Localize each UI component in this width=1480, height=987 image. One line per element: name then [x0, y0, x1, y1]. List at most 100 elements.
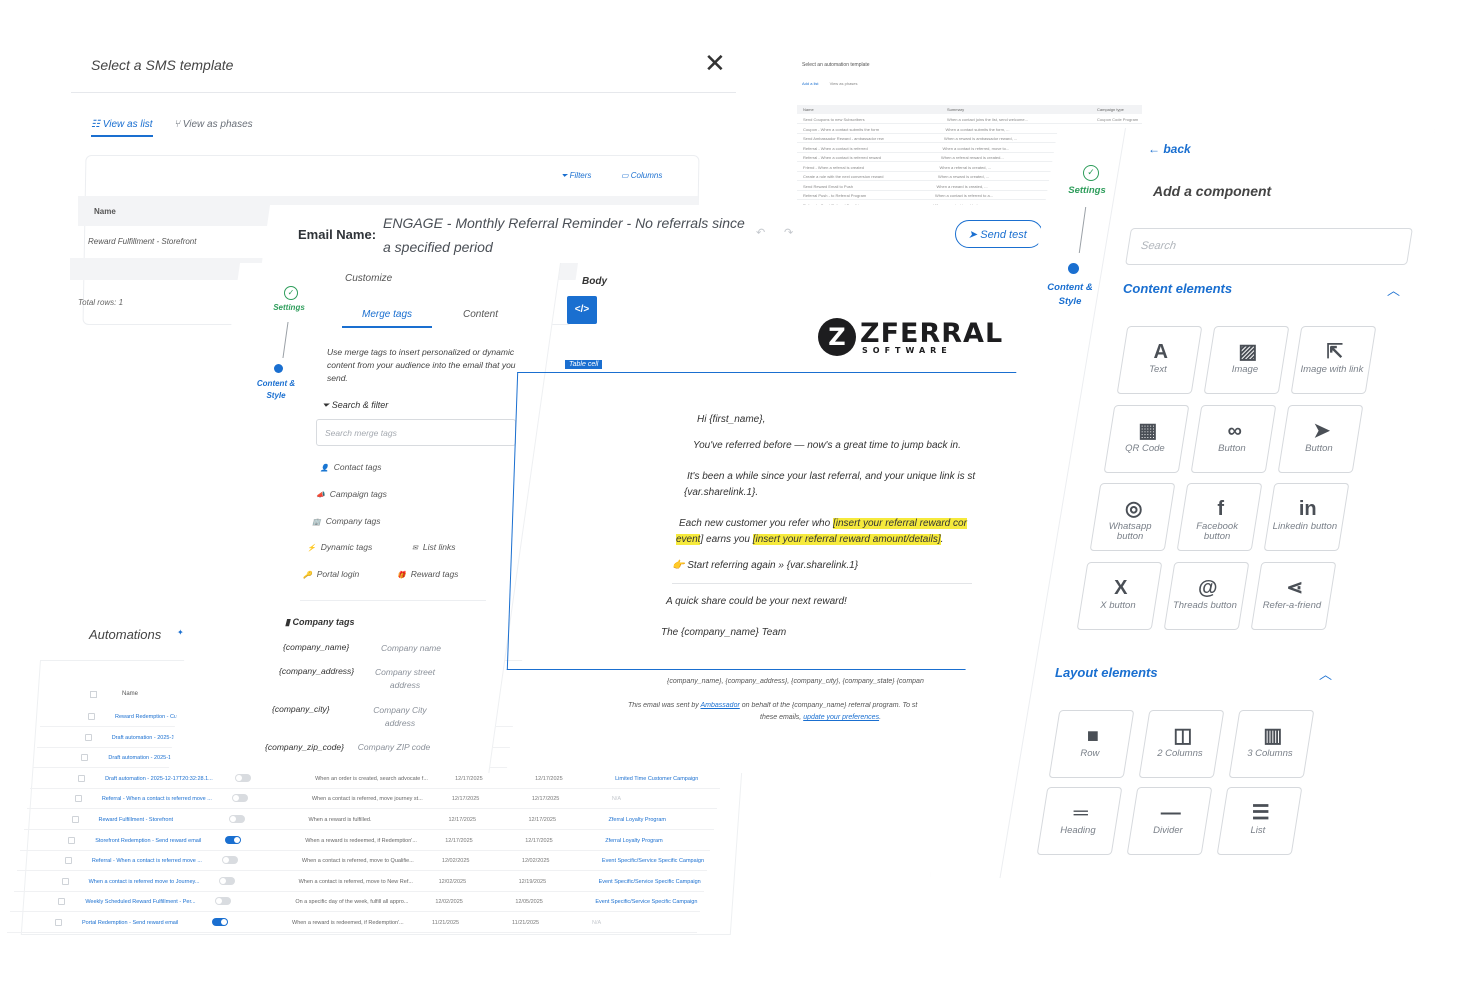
component-tile-row[interactable]: ■ Row	[1048, 710, 1135, 778]
merge-tag-code[interactable]: {company_name}	[283, 642, 349, 652]
component-search-input[interactable]: Search	[1125, 228, 1413, 265]
component-tile-whatsapp-button[interactable]: ◎ Whatsapp button	[1089, 483, 1176, 551]
component-tile-2-columns[interactable]: ◫ 2 Columns	[1138, 710, 1225, 778]
columns-button[interactable]: ▭ Columns	[621, 171, 662, 180]
table-row[interactable]: Referral - When a contact is referred mo…	[26, 789, 717, 810]
status-toggle[interactable]	[228, 815, 245, 823]
component-tile-image[interactable]: ▨ Image	[1203, 326, 1290, 394]
undo-icon[interactable]: ↶	[756, 226, 765, 239]
component-tile-linkedin-button[interactable]: in Linkedin button	[1263, 483, 1350, 551]
row-checkbox[interactable]	[68, 836, 76, 844]
status-toggle[interactable]	[215, 897, 232, 906]
campaign-link[interactable]: Zferral Loyalty Program	[609, 817, 666, 823]
merge-tag-group-portal-login[interactable]: 🔑 Portal login	[303, 569, 359, 579]
component-tile-x-button[interactable]: XX button	[1076, 561, 1162, 630]
component-tile-image-with-link[interactable]: ⇱ Image with link	[1290, 326, 1377, 394]
status-toggle[interactable]	[221, 856, 238, 865]
campaign-link[interactable]: Event Specific/Service Specific Campaign	[599, 879, 701, 885]
redo-icon[interactable]: ↷	[784, 226, 793, 239]
campaign-link[interactable]: N/A	[592, 920, 601, 926]
row-checkbox[interactable]	[88, 713, 95, 720]
component-tile-list[interactable]: ☰ List	[1216, 787, 1303, 855]
tab-content[interactable]: Content	[463, 309, 498, 320]
step-settings[interactable]: Settings	[266, 303, 312, 312]
component-tile-button[interactable]: ∞ Button	[1190, 404, 1276, 473]
tab-view-phases[interactable]: View as phases	[830, 81, 858, 86]
table-row[interactable]: Reward Fulfillment - Storefront When a re…	[23, 810, 714, 830]
merge-tag-group-list-links[interactable]: ✉ List links	[412, 542, 455, 552]
automation-name-link[interactable]: Reward Fulfillment - Storefront	[99, 817, 174, 823]
step-settings[interactable]: Settings	[1063, 185, 1111, 196]
row-checkbox[interactable]	[74, 795, 82, 803]
automation-name-link[interactable]: Storefront Redemption - Send reward emai…	[95, 838, 201, 844]
row-checkbox[interactable]	[55, 919, 62, 926]
campaign-link[interactable]: N/A	[612, 796, 621, 802]
back-button[interactable]: ← back	[1148, 142, 1191, 156]
merge-tag-code[interactable]: {company_address}	[279, 666, 354, 676]
row-checkbox[interactable]	[78, 774, 86, 782]
tab-add-list[interactable]: Add a list	[802, 81, 818, 86]
tab-view-as-list[interactable]: ☷ View as list	[91, 119, 153, 137]
campaign-link[interactable]: Zferral Loyalty Program	[605, 838, 662, 844]
tab-view-as-phases[interactable]: ⑂ View as phases	[174, 119, 253, 130]
campaign-link[interactable]: Event Specific/Service Specific Campaign	[595, 899, 697, 905]
automation-name-link[interactable]: Draft automation - 2025-1	[112, 735, 175, 741]
layout-elements-title[interactable]: Layout elements	[1055, 665, 1158, 680]
table-row[interactable]: Weekly Scheduled Reward Fulfillment - Pe…	[10, 892, 701, 913]
row-checkbox[interactable]	[58, 898, 66, 906]
automation-name-link[interactable]: Weekly Scheduled Reward Fulfillment - Pe…	[85, 899, 195, 905]
automation-name-link[interactable]: Portal Redemption - Send reward email	[82, 920, 178, 926]
component-tile-facebook-button[interactable]: f Facebook button	[1176, 483, 1263, 551]
automation-name-link[interactable]: Reward Redemption - Cust	[115, 714, 181, 720]
component-tile-qr-code[interactable]: ▦ QR Code	[1103, 404, 1189, 473]
status-toggle[interactable]	[218, 876, 235, 885]
table-row[interactable]: When a contact is referred move to Journ…	[13, 872, 704, 892]
row-checkbox[interactable]	[64, 857, 72, 865]
table-row[interactable]: Storefront Redemption - Send reward emai…	[20, 831, 711, 851]
chevron-up-icon[interactable]: ︿	[1387, 280, 1400, 299]
component-tile-heading[interactable]: ═ Heading	[1036, 787, 1123, 855]
email-name-input[interactable]: ENGAGE - Monthly Referral Reminder - No …	[383, 211, 755, 259]
close-icon[interactable]: ✕	[704, 50, 726, 76]
content-elements-title[interactable]: Content elements	[1123, 281, 1232, 296]
status-toggle[interactable]	[212, 918, 228, 926]
table-row[interactable]: Send Coupons to new Subscribers When a co…	[797, 115, 1142, 124]
campaign-link[interactable]: Limited Time Customer Campaign	[615, 776, 698, 782]
campaign-link[interactable]: Event Specific/Service Specific Campaign	[602, 858, 704, 864]
automation-name-link[interactable]: When a contact is referred move to Journ…	[89, 879, 200, 885]
step-content-style[interactable]: Content & Style	[1046, 281, 1094, 309]
automation-name-link[interactable]: Referral - When a contact is referred mo…	[92, 858, 202, 864]
merge-tag-group-contact-tags[interactable]: 👤 Contact tags	[320, 462, 381, 472]
component-tile-threads-button[interactable]: @ Threads button	[1163, 561, 1249, 630]
merge-tag-code[interactable]: {company_zip_code}	[265, 741, 353, 754]
table-row[interactable]: Portal Redemption - Send reward email Whe…	[7, 913, 697, 933]
chevron-up-icon[interactable]: ︿	[1319, 664, 1332, 683]
row-checkbox[interactable]	[71, 816, 79, 823]
filters-button[interactable]: ⏷ Filters	[561, 171, 591, 181]
merge-tag-group-reward-tags[interactable]: 🎁 Reward tags	[397, 569, 458, 579]
ambassador-link[interactable]: Ambassador	[701, 702, 740, 709]
merge-tag-group-company-tags[interactable]: 🏢 Company tags	[312, 516, 381, 526]
step-content-style[interactable]: Content & Style	[254, 378, 298, 402]
search-merge-tags-input[interactable]: Search merge tags	[316, 419, 516, 446]
automation-name-link[interactable]: Draft automation - 2025-1	[108, 755, 171, 761]
component-tile-refer-a-friend[interactable]: ⋖ Refer-a-friend	[1250, 561, 1336, 630]
merge-tag-group-campaign-tags[interactable]: 📣 Campaign tags	[316, 489, 387, 499]
merge-tag-code[interactable]: {company_city}	[272, 704, 330, 714]
component-tile-3-columns[interactable]: ▥ 3 Columns	[1228, 710, 1315, 778]
email-cta[interactable]: 👉 Start referring again » {var.sharelink…	[672, 558, 858, 574]
component-tile-button[interactable]: ➤ Button	[1277, 404, 1363, 473]
row-checkbox[interactable]	[84, 733, 92, 741]
table-row[interactable]: Referral - When a contact is referred mo…	[16, 851, 707, 872]
status-toggle[interactable]	[225, 835, 242, 844]
update-preferences-link[interactable]: update your preferences	[803, 714, 879, 721]
component-tile-text[interactable]: A Text	[1116, 326, 1203, 394]
row-checkbox[interactable]	[61, 877, 69, 885]
tab-merge-tags[interactable]: Merge tags	[342, 309, 433, 328]
merge-tag-group-dynamic-tags[interactable]: ⚡ Dynamic tags	[307, 542, 372, 552]
code-view-button[interactable]: </>	[567, 296, 597, 324]
automation-name-link[interactable]: Referral - When a contact is referred mo…	[102, 796, 212, 802]
component-tile-divider[interactable]: — Divider	[1126, 787, 1213, 855]
status-toggle[interactable]	[231, 794, 248, 803]
row-checkbox[interactable]	[81, 754, 89, 762]
